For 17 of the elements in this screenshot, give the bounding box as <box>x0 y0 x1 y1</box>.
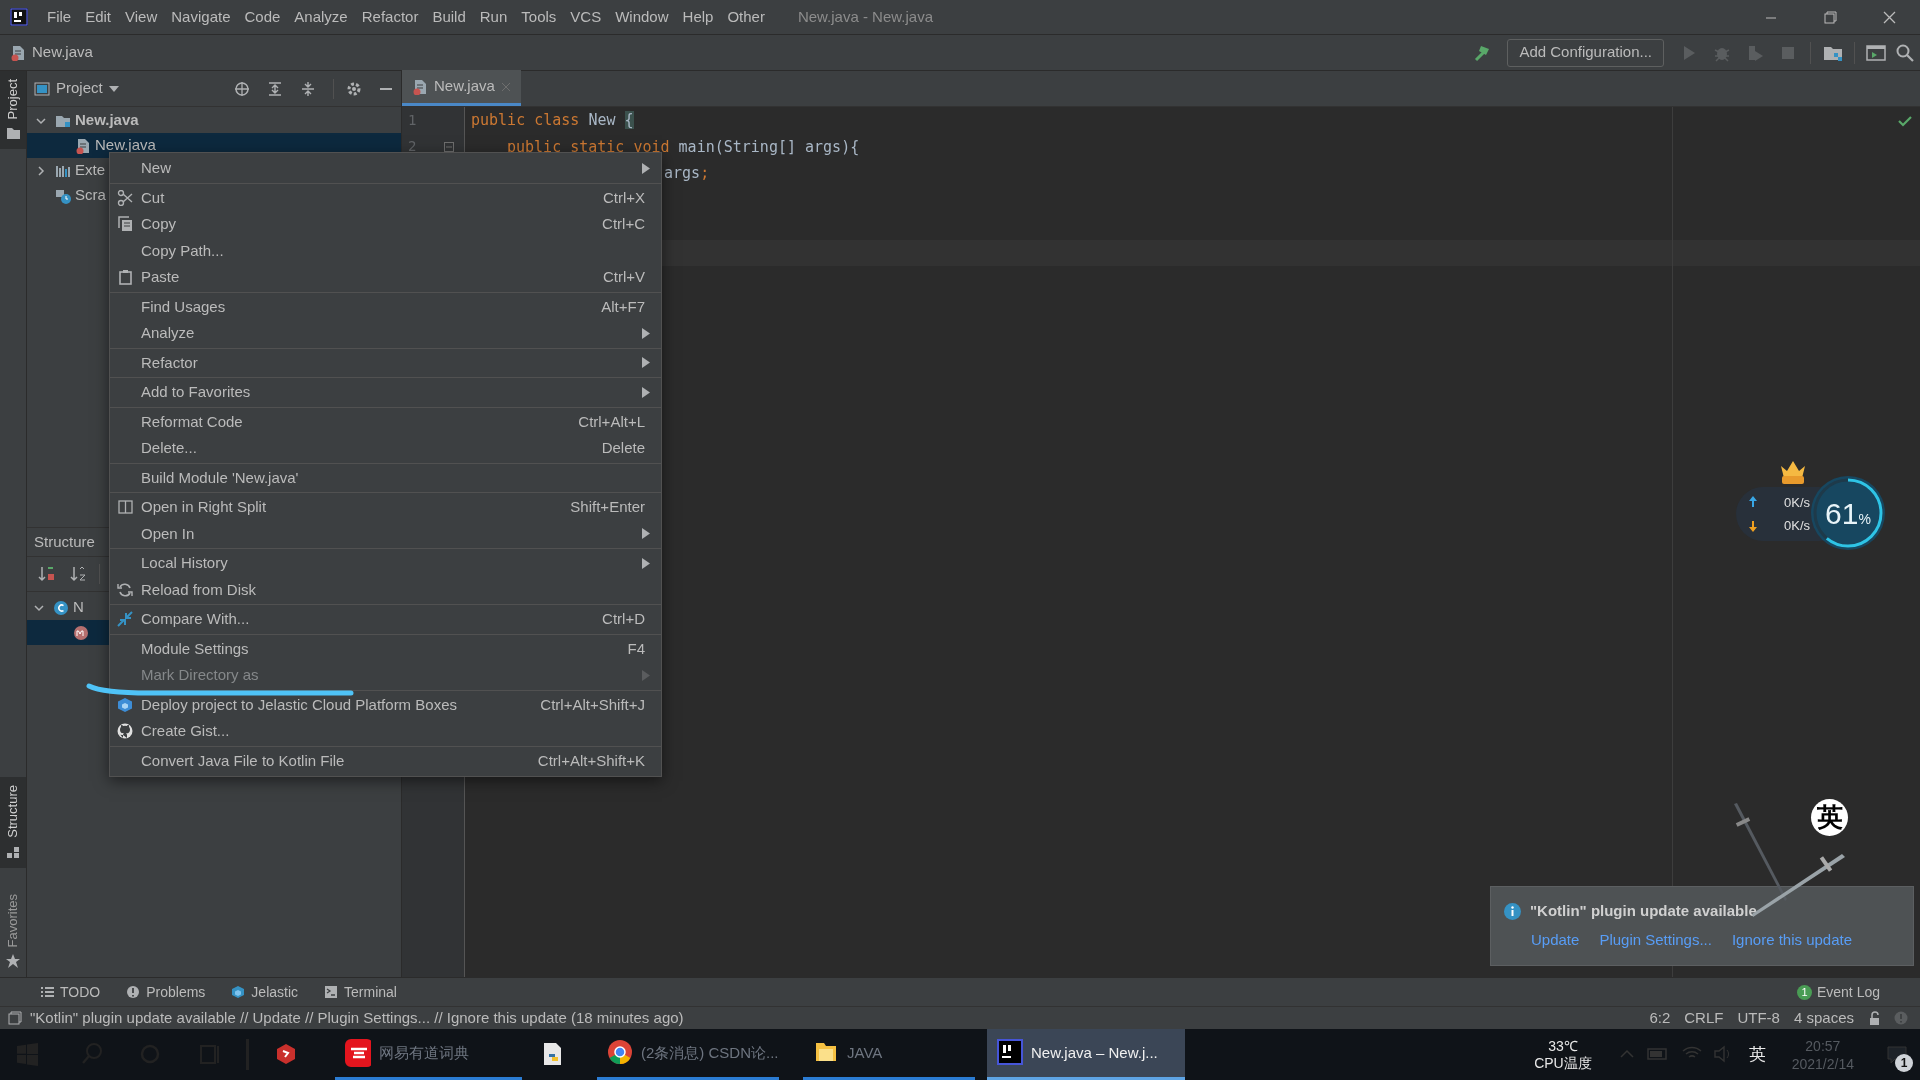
code-line: args; <box>664 163 710 184</box>
temperature-label: CPU温度 <box>1534 1054 1592 1072</box>
code-line: public static void main(String[] args){ <box>507 136 860 158</box>
code-line: public class New { <box>471 110 634 131</box>
count-badge: 1 <box>1796 984 1812 1000</box>
count-badge: 1 <box>1895 1054 1913 1072</box>
usage-percent: 61 <box>1825 495 1859 532</box>
clock-time: 20:57 <box>1805 1036 1841 1055</box>
status-message: "Kotlin" plugin update available // Update // Plugin Settings... // Ignore this update (18 minutes ago) <box>30 1007 684 1028</box>
window-title: New.java - New.java <box>797 6 933 27</box>
temperature-reading: 33℃ <box>1548 1037 1578 1055</box>
notification-title: "Kotlin" plugin update available <box>1530 901 1757 921</box>
clock-date: 2021/2/14 <box>1791 1054 1854 1073</box>
speed-reading: 0K/s <box>1784 493 1810 512</box>
speed-reading: 0K/s <box>1784 517 1810 535</box>
percent-sign: % <box>1858 509 1871 529</box>
panel-title: Structure <box>34 531 95 552</box>
